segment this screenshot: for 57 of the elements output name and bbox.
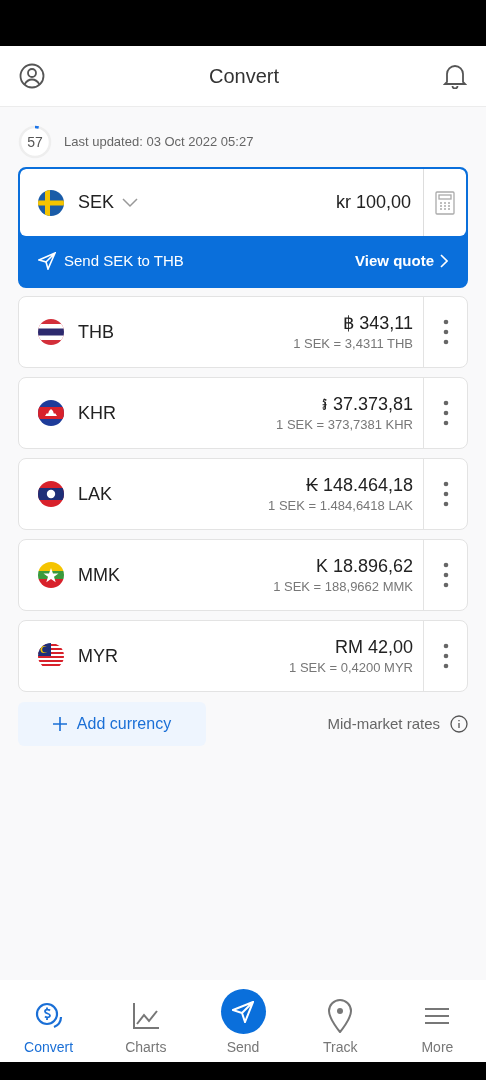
more-options-icon[interactable] [442, 400, 449, 426]
nav-tab[interactable]: More [388, 986, 486, 1056]
converted-amount: ៛ 37.373,81 [321, 393, 413, 416]
more-options-icon[interactable] [442, 643, 449, 669]
currency-card[interactable]: THB ฿ 343,11 1 SEK = 3,4311 THB [18, 296, 468, 368]
nav-tab[interactable]: Charts [97, 986, 195, 1056]
flag-icon [38, 643, 64, 669]
nav-tab[interactable]: Convert [0, 986, 98, 1056]
exchange-rate: 1 SEK = 3,4311 THB [293, 335, 413, 353]
currency-card[interactable]: MMK K 18.896,62 1 SEK = 188,9662 MMK [18, 539, 468, 611]
flag-icon [38, 189, 64, 216]
currency-code: LAK [78, 482, 113, 506]
flag-icon [38, 562, 64, 588]
more-options-icon[interactable] [442, 319, 449, 345]
profile-icon[interactable] [19, 63, 45, 89]
last-updated-text: Last updated: 03 Oct 2022 05:27 [64, 133, 254, 152]
chevron-down-icon [122, 197, 139, 208]
converted-amount: ₭ 148.464,18 [305, 474, 413, 497]
nav-tab[interactable]: Send [194, 986, 292, 1056]
nav-tab[interactable]: Track [291, 986, 389, 1056]
converted-amount: RM 42,00 [334, 636, 413, 659]
bell-icon[interactable] [443, 63, 467, 89]
flag-icon [38, 400, 64, 426]
converted-amount: K 18.896,62 [315, 555, 413, 578]
exchange-rate: 1 SEK = 188,9662 MMK [273, 578, 413, 596]
more-options-icon[interactable] [442, 562, 449, 588]
flag-icon [38, 481, 64, 507]
add-currency-button[interactable]: Add currency [18, 702, 206, 746]
exchange-rate: 1 SEK = 1.484,6418 LAK [268, 497, 413, 515]
plus-icon [52, 717, 67, 731]
converted-amount: ฿ 343,11 [343, 312, 413, 335]
currency-card[interactable]: KHR ៛ 37.373,81 1 SEK = 373,7381 KHR [18, 377, 468, 449]
info-icon[interactable] [450, 715, 468, 733]
dollar-coin-icon [33, 1001, 64, 1031]
currency-code: KHR [78, 401, 116, 425]
paper-plane-icon [232, 1000, 254, 1023]
exchange-rate: 1 SEK = 0,4200 MYR [289, 659, 413, 677]
currency-code: MMK [78, 563, 120, 587]
currency-code: THB [78, 320, 114, 344]
line-chart-icon [131, 1002, 160, 1030]
send-link[interactable]: Send SEK to THB [64, 249, 184, 273]
location-pin-icon [327, 999, 354, 1033]
countdown-timer: 57 [18, 125, 52, 159]
more-options-icon[interactable] [442, 481, 449, 507]
currency-card[interactable]: LAK ₭ 148.464,18 1 SEK = 1.484,6418 LAK [18, 458, 468, 530]
rates-note: Mid-market rates [327, 713, 440, 734]
currency-code: MYR [78, 644, 118, 668]
currency-card[interactable]: MYR RM 42,00 1 SEK = 0,4200 MYR [18, 620, 468, 692]
paper-plane-icon [38, 252, 56, 270]
currency-selector[interactable]: SEK [78, 189, 139, 216]
menu-icon [425, 1007, 450, 1025]
screen-title: Convert [209, 64, 279, 89]
view-quote-button[interactable]: View quote [355, 249, 448, 273]
chevron-right-icon [440, 254, 448, 268]
amount-field[interactable]: kr 100,00 [335, 189, 411, 216]
exchange-rate: 1 SEK = 373,7381 KHR [276, 416, 413, 434]
flag-icon [38, 319, 64, 345]
